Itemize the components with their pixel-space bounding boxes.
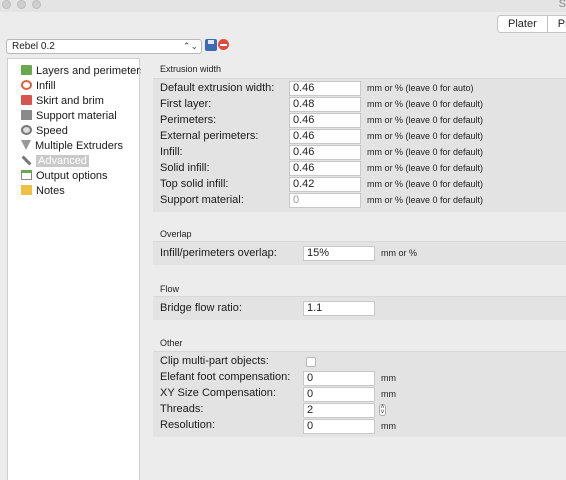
tab-group: Plater Print: [497, 15, 566, 33]
page-icon: [21, 170, 32, 180]
infill-icon: [21, 80, 32, 90]
close-window-button[interactable]: [2, 0, 11, 9]
default-extrusion-width-input[interactable]: 0.46: [289, 81, 361, 96]
resolution-label: Resolution:: [160, 419, 216, 431]
overlap-title: Overlap: [160, 229, 192, 239]
sidebar-item-label: Multiple Extruders: [35, 140, 124, 152]
first-layer-input[interactable]: 0.48: [289, 97, 361, 112]
sidebar-item-output-options[interactable]: Output options: [21, 169, 108, 183]
first-layer-unit: mm or % (leave 0 for default): [367, 99, 484, 109]
first-layer-label: First layer:: [160, 98, 212, 110]
tab-bar: Plater Print: [0, 12, 566, 34]
resolution-unit: mm: [381, 421, 396, 431]
other-title: Other: [160, 338, 183, 348]
clip-multipart-label: Clip multi-part objects:: [160, 355, 269, 367]
top-solid-infill-label: Top solid infill:: [160, 178, 229, 190]
note-icon: [21, 185, 32, 195]
support-material-unit: mm or % (leave 0 for default): [367, 195, 484, 205]
sidebar-item-label: Support material: [36, 110, 117, 122]
default-extrusion-width-unit: mm or % (leave 0 for auto): [367, 83, 474, 93]
infill-perimeters-overlap-label: Infill/perimeters overlap:: [160, 247, 277, 259]
infill-perimeters-overlap-input[interactable]: 15%: [303, 246, 375, 261]
flow-title: Flow: [160, 284, 180, 294]
threads-input[interactable]: 2: [303, 403, 375, 418]
extrusion-width-title: Extrusion width: [160, 64, 222, 74]
perimeters-label: Perimeters:: [160, 114, 217, 126]
sidebar-item-label: Notes: [36, 185, 65, 197]
preset-bar: Rebel 0.2 ⌃⌄: [0, 34, 566, 58]
sidebar-item-label: Advanced: [36, 155, 89, 167]
sidebar-item-speed[interactable]: Speed: [21, 124, 68, 138]
external-perimeters-input[interactable]: 0.46: [289, 129, 361, 144]
other-group: Clip multi-part objects: Elefant foot co…: [153, 351, 566, 437]
sidebar-item-advanced[interactable]: Advanced: [21, 154, 89, 168]
preset-select[interactable]: Rebel 0.2 ⌃⌄: [6, 39, 202, 54]
sidebar-item-label: Infill: [36, 80, 56, 92]
sidebar-item-layers-and-perimeters[interactable]: Layers and perimeters: [21, 64, 145, 78]
delete-preset-icon[interactable]: [218, 39, 229, 50]
bridge-flow-ratio-label: Bridge flow ratio:: [160, 302, 242, 314]
default-extrusion-width-label: Default extrusion width:: [160, 82, 275, 94]
solid-infill-input[interactable]: 0.46: [289, 161, 361, 176]
elefant-foot-label: Elefant foot compensation:: [160, 371, 291, 383]
top-solid-infill-unit: mm or % (leave 0 for default): [367, 179, 484, 189]
support-material-label: Support material:: [160, 194, 244, 206]
funnel-icon: [21, 140, 31, 150]
sidebar-item-label: Output options: [36, 170, 108, 182]
infill-unit: mm or % (leave 0 for default): [367, 147, 484, 157]
speed-icon: [21, 125, 32, 135]
top-solid-infill-input[interactable]: 0.42: [289, 177, 361, 192]
infill-perimeters-overlap-unit: mm or %: [381, 248, 417, 258]
title-bar: S: [0, 0, 566, 12]
skirt-icon: [21, 95, 32, 105]
sidebar-item-skirt-and-brim[interactable]: Skirt and brim: [21, 94, 104, 108]
wrench-icon: [21, 155, 32, 166]
sidebar-item-label: Skirt and brim: [36, 95, 104, 107]
external-perimeters-unit: mm or % (leave 0 for default): [367, 131, 484, 141]
zoom-window-button[interactable]: [32, 0, 41, 9]
bridge-flow-ratio-input[interactable]: 1.1: [303, 301, 375, 316]
threads-label: Threads:: [160, 403, 204, 415]
flow-group: Bridge flow ratio: 1.1: [153, 296, 566, 320]
resolution-input[interactable]: 0: [303, 419, 375, 434]
sidebar-item-support-material[interactable]: Support material: [21, 109, 117, 123]
elefant-foot-input[interactable]: 0: [303, 371, 375, 386]
extrusion-width-group: Default extrusion width: 0.46 mm or % (l…: [153, 78, 566, 212]
select-arrows-icon: ⌃⌄: [182, 41, 198, 51]
threads-stepper[interactable]: ˄ ˅: [379, 404, 386, 416]
xy-size-compensation-unit: mm: [381, 389, 396, 399]
solid-infill-label: Solid infill:: [160, 162, 210, 174]
solid-infill-unit: mm or % (leave 0 for default): [367, 163, 484, 173]
preset-select-value: Rebel 0.2: [12, 41, 55, 52]
window-title: S: [558, 0, 566, 10]
save-preset-icon[interactable]: [205, 39, 217, 51]
external-perimeters-label: External perimeters:: [160, 130, 259, 142]
settings-sidebar: Layers and perimeters Infill Skirt and b…: [7, 58, 145, 480]
tab-print-settings[interactable]: Print: [547, 16, 566, 32]
infill-input[interactable]: 0.46: [289, 145, 361, 160]
support-material-input[interactable]: 0: [289, 193, 361, 208]
settings-panel: Extrusion width Default extrusion width:…: [141, 58, 566, 480]
perimeters-input[interactable]: 0.46: [289, 113, 361, 128]
overlap-group: Infill/perimeters overlap: 15% mm or %: [153, 241, 566, 265]
sidebar-item-label: Layers and perimeters: [36, 65, 146, 77]
sidebar-item-notes[interactable]: Notes: [21, 184, 65, 198]
sidebar-item-label: Speed: [36, 125, 68, 137]
tab-plater[interactable]: Plater: [498, 16, 548, 32]
perimeters-unit: mm or % (leave 0 for default): [367, 115, 484, 125]
sidebar-item-infill[interactable]: Infill: [21, 79, 56, 93]
xy-size-compensation-input[interactable]: 0: [303, 387, 375, 402]
support-icon: [21, 110, 32, 120]
xy-size-compensation-label: XY Size Compensation:: [160, 387, 276, 399]
minimize-window-button[interactable]: [17, 0, 26, 9]
elefant-foot-unit: mm: [381, 373, 396, 383]
sidebar-item-multiple-extruders[interactable]: Multiple Extruders: [21, 139, 123, 153]
clip-multipart-checkbox[interactable]: [306, 357, 316, 367]
infill-label: Infill:: [160, 146, 183, 158]
layers-icon: [21, 65, 32, 75]
